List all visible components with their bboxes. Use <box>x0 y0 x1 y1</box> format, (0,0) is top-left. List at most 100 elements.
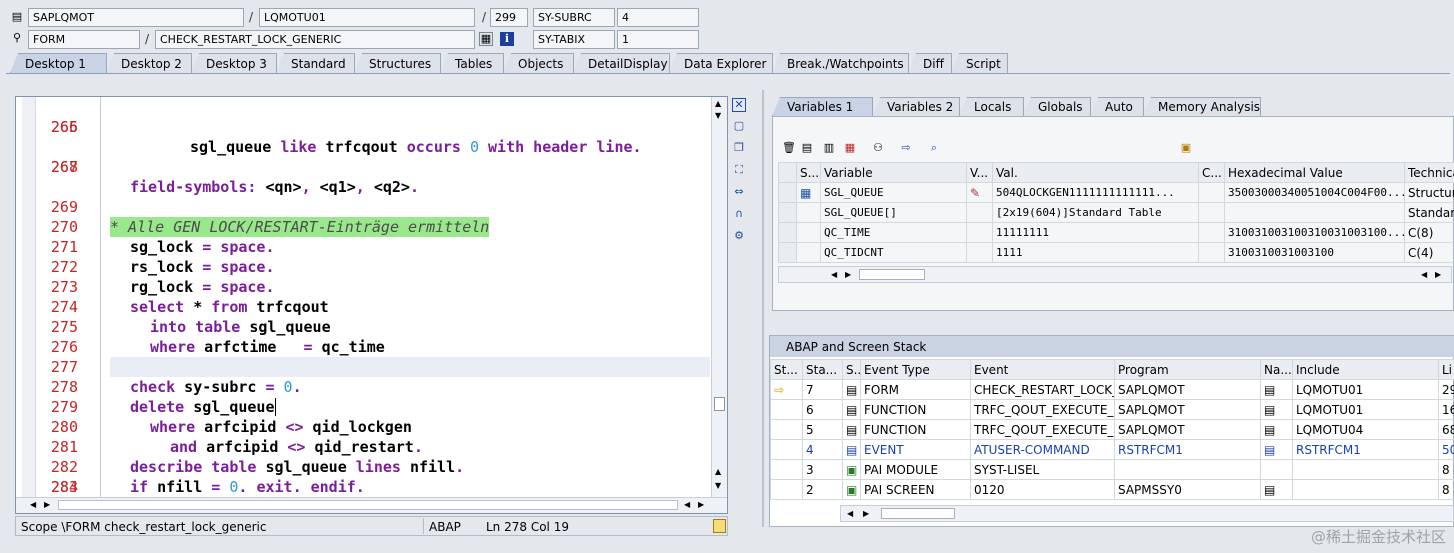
include-field[interactable]: LQMOTU01 <box>259 8 475 27</box>
export-icon[interactable]: ▦ <box>843 141 857 155</box>
tab-standard[interactable]: Standard <box>276 53 355 73</box>
scroll-up-icon[interactable]: ▲ <box>715 99 721 108</box>
edit-icon[interactable]: ✎ <box>970 186 980 200</box>
tab-variables-2[interactable]: Variables 2 <box>872 97 960 116</box>
col-level[interactable]: Sta... <box>802 359 843 380</box>
tab-globals[interactable]: Globals <box>1023 97 1091 116</box>
tab-locals[interactable]: Locals <box>959 97 1024 116</box>
copy-icon[interactable]: ❐ <box>732 141 746 155</box>
scroll-track[interactable] <box>58 500 678 510</box>
event-name[interactable]: TRFC_QOUT_EXECUTE_... <box>970 399 1115 420</box>
col-v[interactable]: V... <box>966 162 993 183</box>
variable-name[interactable]: SGL_QUEUE[] <box>820 202 967 223</box>
editor-vertical-scrollbar[interactable]: ▲ ▼ ▲ ▼ <box>711 97 727 513</box>
event-name[interactable]: ATUSER-COMMAND <box>970 439 1115 460</box>
table-row[interactable]: 4 ▤ EVENT ATUSER-COMMAND RSTRFCM1 ▤ RSTR… <box>770 439 1454 460</box>
col-s[interactable]: S... <box>842 359 861 380</box>
event-name[interactable]: SYST-LISEL <box>970 459 1115 480</box>
table-row[interactable]: QC_TIDCNT 1111 3100310031003100 C(4) <box>778 242 1454 263</box>
var2-value-field[interactable]: 1 <box>617 30 699 49</box>
variables-horizontal-scrollbar[interactable]: ◀ ▶ ◀ ▶ <box>778 266 1452 283</box>
tab-auto[interactable]: Auto <box>1090 97 1144 116</box>
col-line[interactable]: Li <box>1438 359 1454 380</box>
scroll-right-icon[interactable]: ▶ <box>863 509 869 518</box>
tab-desktop-2[interactable]: Desktop 2 <box>106 53 192 73</box>
event-name[interactable]: 0120 <box>970 479 1115 500</box>
tree-icon[interactable]: ⚇ <box>871 141 885 155</box>
navigate-icon[interactable]: ▤ <box>1264 423 1275 437</box>
scroll-left-icon[interactable]: ◀ <box>684 500 690 509</box>
scroll-up-icon[interactable]: ▲ <box>715 467 721 476</box>
navigate-icon[interactable]: ▤ <box>1264 443 1275 457</box>
tab-variables-1[interactable]: Variables 1 <box>772 97 873 116</box>
block-type-field[interactable]: FORM <box>28 30 140 49</box>
table-row[interactable]: QC_TIME 11111111 31003100310031003100310… <box>778 222 1454 243</box>
scroll-left-icon[interactable]: ◀ <box>1421 270 1427 279</box>
include-name[interactable]: LQMOTU04 <box>1292 419 1439 440</box>
find-icon[interactable]: ⌕ <box>927 141 941 155</box>
scroll-down-icon[interactable]: ▼ <box>715 111 721 120</box>
program-field[interactable]: SAPLQMOT <box>28 8 244 27</box>
table-row[interactable]: ⇨ 7 ▤ FORM CHECK_RESTART_LOCK_... SAPLQM… <box>770 379 1454 400</box>
program-name[interactable]: SAPMSSY0 <box>1114 479 1261 500</box>
scroll-thumb[interactable] <box>714 397 725 411</box>
new-icon[interactable]: ▢ <box>732 119 746 133</box>
tab-diff[interactable]: Diff <box>908 53 952 73</box>
var2-name-field[interactable]: SY-TABIX <box>533 30 615 49</box>
variable-value[interactable]: 11111111 <box>992 222 1199 243</box>
col-event-type[interactable]: Event Type <box>860 359 971 380</box>
tab-desktop-3[interactable]: Desktop 3 <box>191 53 277 73</box>
tab-tables[interactable]: Tables <box>440 53 504 73</box>
save-icon[interactable]: ▣ <box>1179 141 1193 155</box>
col-status[interactable]: S... <box>796 162 821 183</box>
scroll-right-icon[interactable]: ▶ <box>1435 270 1441 279</box>
var1-name-field[interactable]: SY-SUBRC <box>533 8 615 27</box>
col-navigate[interactable]: Na... <box>1260 359 1293 380</box>
scroll-thumb[interactable] <box>859 269 925 280</box>
save-variant-icon[interactable]: ▦ <box>479 32 493 46</box>
col-c[interactable]: C... <box>1198 162 1225 183</box>
scroll-right-icon[interactable]: ▶ <box>845 270 851 279</box>
tab-desktop-1[interactable]: Desktop 1 <box>10 53 107 73</box>
col-variable[interactable]: Variable <box>820 162 967 183</box>
include-name[interactable] <box>1292 479 1439 500</box>
scroll-down-icon[interactable]: ▼ <box>715 481 721 490</box>
include-name[interactable]: LQMOTU01 <box>1292 379 1439 400</box>
navigate-icon[interactable]: ▤ <box>1264 483 1275 497</box>
delete-icon[interactable]: 🗑 <box>782 141 796 155</box>
col-type[interactable]: Technical Ty <box>1404 162 1454 183</box>
event-name[interactable]: CHECK_RESTART_LOCK_... <box>970 379 1115 400</box>
import-icon[interactable]: ▥ <box>822 141 836 155</box>
line-number-field[interactable]: 299 <box>490 8 528 27</box>
col-hex[interactable]: Hexadecimal Value <box>1224 162 1405 183</box>
settings-icon[interactable]: ⚙ <box>732 229 746 243</box>
variable-value[interactable]: 504QLOCKGEN1111111111111... <box>992 182 1199 203</box>
variable-name[interactable]: QC_TIME <box>820 222 967 243</box>
table-row[interactable]: 6 ▤ FUNCTION TRFC_QOUT_EXECUTE_... SAPLQ… <box>770 399 1454 420</box>
tab-script[interactable]: Script <box>951 53 1008 73</box>
variable-name[interactable]: SGL_QUEUE <box>820 182 967 203</box>
table-row[interactable]: SGL_QUEUE[] [2x19(604)]Standard Table St… <box>778 202 1454 223</box>
col-status[interactable]: St... <box>770 359 803 380</box>
table-row[interactable]: 2 ▣ PAI SCREEN 0120 SAPMSSY0 ▤ 8 <box>770 479 1454 500</box>
navigate-icon[interactable]: ▤ <box>1264 383 1275 397</box>
include-name[interactable] <box>1292 459 1439 480</box>
headset-icon[interactable]: ∩ <box>732 207 746 221</box>
block-name-field[interactable]: CHECK_RESTART_LOCK_GENERIC <box>155 30 475 49</box>
col-value[interactable]: Val. <box>992 162 1199 183</box>
variable-value[interactable]: 1111 <box>992 242 1199 263</box>
editor-horizontal-scrollbar[interactable]: ◀ ▶ ◀ ▶ <box>16 497 727 513</box>
scroll-left-icon[interactable]: ◀ <box>847 509 853 518</box>
var1-value-field[interactable]: 4 <box>617 8 699 27</box>
info-icon[interactable]: i <box>500 32 514 46</box>
tab-breakpoints[interactable]: Break./Watchpoints <box>772 53 909 73</box>
notes-icon[interactable] <box>713 519 726 533</box>
scroll-left-icon[interactable]: ◀ <box>831 270 837 279</box>
table-row[interactable]: 3 ▣ PAI MODULE SYST-LISEL 8 <box>770 459 1454 480</box>
col-program[interactable]: Program <box>1114 359 1261 380</box>
tab-data-explorer[interactable]: Data Explorer <box>669 53 773 73</box>
program-name[interactable]: SAPLQMOT <box>1114 379 1261 400</box>
source-editor[interactable]: 265 sgl_queue like trfcqout occurs 0 wit… <box>15 96 728 514</box>
variable-value[interactable]: [2x19(604)]Standard Table <box>992 202 1199 223</box>
maximize-icon[interactable]: ⛶ <box>732 163 746 177</box>
